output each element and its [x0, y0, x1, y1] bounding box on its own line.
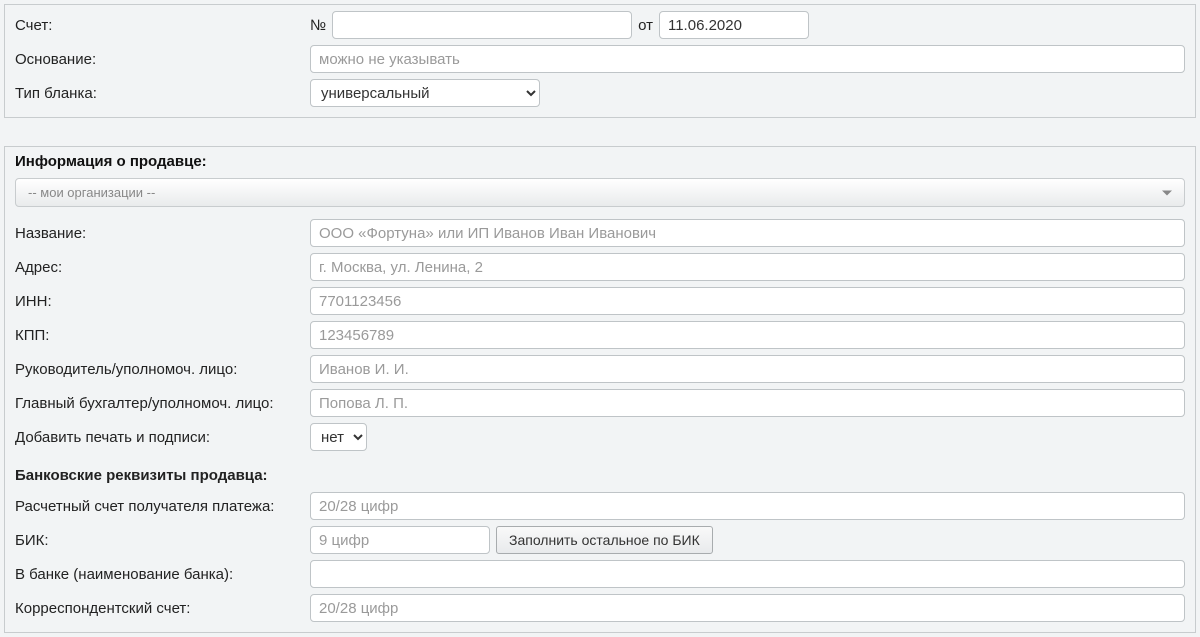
seller-stamp-label: Добавить печать и подписи:: [15, 429, 310, 446]
bank-account-label: Расчетный счет получателя платежа:: [15, 498, 310, 515]
bank-name-input[interactable]: [310, 560, 1185, 588]
invoice-value-group: № от: [310, 11, 1185, 39]
seller-name-input[interactable]: [310, 219, 1185, 247]
blank-type-select[interactable]: универсальный: [310, 79, 540, 107]
org-dropdown[interactable]: -- мои организации --: [15, 178, 1185, 207]
seller-kpp-row: КПП:: [15, 321, 1185, 349]
bank-corr-label: Корреспондентский счет:: [15, 600, 310, 617]
seller-director-input[interactable]: [310, 355, 1185, 383]
seller-inn-row: ИНН:: [15, 287, 1185, 315]
bank-bik-row: БИК: Заполнить остальное по БИК: [15, 526, 1185, 554]
seller-director-label: Руководитель/уполномоч. лицо:: [15, 361, 310, 378]
basis-label: Основание:: [15, 51, 310, 68]
seller-address-input[interactable]: [310, 253, 1185, 281]
bank-corr-row: Корреспондентский счет:: [15, 594, 1185, 622]
seller-address-label: Адрес:: [15, 259, 310, 276]
invoice-header-panel: Счет: № от Основание: Тип бланка: универ…: [4, 4, 1196, 118]
bank-bik-input[interactable]: [310, 526, 490, 554]
seller-address-row: Адрес:: [15, 253, 1185, 281]
blank-type-row: Тип бланка: универсальный: [15, 79, 1185, 107]
seller-director-row: Руководитель/уполномоч. лицо:: [15, 355, 1185, 383]
seller-accountant-row: Главный бухгалтер/уполномоч. лицо:: [15, 389, 1185, 417]
basis-row: Основание:: [15, 45, 1185, 73]
seller-name-label: Название:: [15, 225, 310, 242]
seller-inn-label: ИНН:: [15, 293, 310, 310]
bank-section-title: Банковские реквизиты продавца:: [15, 467, 1185, 484]
blank-type-label: Тип бланка:: [15, 85, 310, 102]
invoice-date-input[interactable]: [659, 11, 809, 39]
seller-accountant-input[interactable]: [310, 389, 1185, 417]
date-prefix: от: [638, 17, 653, 34]
bank-corr-input[interactable]: [310, 594, 1185, 622]
bank-account-row: Расчетный счет получателя платежа:: [15, 492, 1185, 520]
seller-stamp-row: Добавить печать и подписи: нет: [15, 423, 1185, 451]
bank-account-input[interactable]: [310, 492, 1185, 520]
invoice-label: Счет:: [15, 17, 310, 34]
org-dropdown-label: -- мои организации --: [28, 185, 155, 200]
invoice-number-input[interactable]: [332, 11, 632, 39]
bank-name-label: В банке (наименование банка):: [15, 566, 310, 583]
seller-name-row: Название:: [15, 219, 1185, 247]
seller-kpp-label: КПП:: [15, 327, 310, 344]
bank-bik-label: БИК:: [15, 532, 310, 549]
basis-input[interactable]: [310, 45, 1185, 73]
seller-section-title: Информация о продавце:: [15, 153, 1185, 170]
bank-name-row: В банке (наименование банка):: [15, 560, 1185, 588]
number-prefix: №: [310, 17, 326, 34]
invoice-row: Счет: № от: [15, 11, 1185, 39]
seller-kpp-input[interactable]: [310, 321, 1185, 349]
seller-stamp-select[interactable]: нет: [310, 423, 367, 451]
seller-accountant-label: Главный бухгалтер/уполномоч. лицо:: [15, 395, 310, 412]
seller-panel: Информация о продавце: -- мои организаци…: [4, 146, 1196, 633]
seller-inn-input[interactable]: [310, 287, 1185, 315]
fill-by-bik-button[interactable]: Заполнить остальное по БИК: [496, 526, 713, 554]
